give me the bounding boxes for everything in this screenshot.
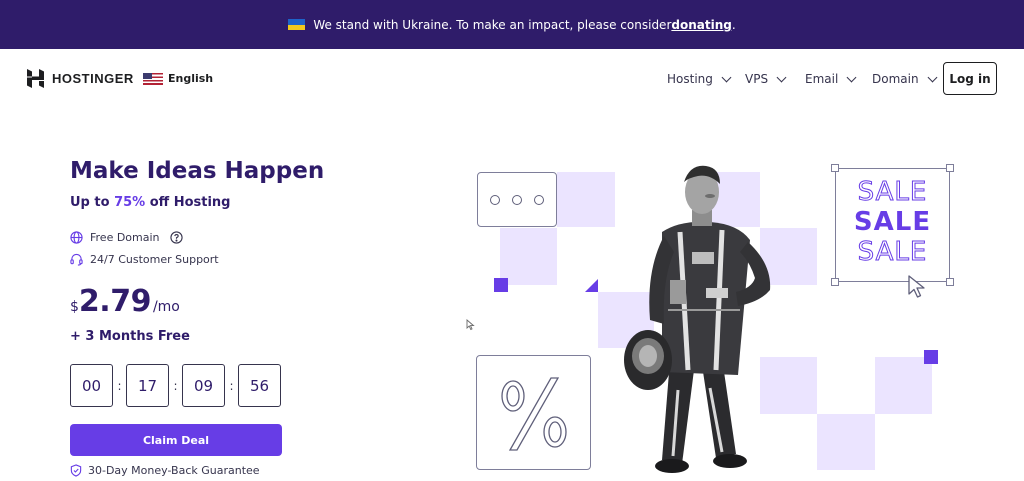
ukraine-banner: We stand with Ukraine. To make an impact… — [0, 0, 1024, 49]
feature-support: 24/7 Customer Support — [70, 253, 219, 266]
feature-label: Free Domain — [90, 231, 160, 244]
decor-accent-square — [924, 350, 938, 364]
sale-text-outline: SALE — [857, 177, 928, 208]
login-button[interactable]: Log in — [943, 62, 997, 95]
chevron-down-icon — [846, 72, 857, 82]
race-driver-photo — [624, 165, 771, 473]
decor-tile — [875, 357, 932, 414]
resize-handle — [831, 278, 839, 286]
subtitle-prefix: Up to — [70, 195, 115, 210]
countdown-days: 00 — [70, 364, 113, 407]
percent-card — [476, 355, 591, 470]
nav-domain-label: Domain — [872, 72, 919, 86]
hero-subtitle: Up to 75% off Hosting — [70, 195, 230, 210]
chevron-down-icon — [927, 72, 938, 82]
sale-card: SALE SALE SALE — [831, 164, 954, 298]
resize-handle — [946, 278, 954, 286]
headset-icon — [70, 253, 83, 266]
countdown-separator: : — [229, 378, 234, 393]
globe-icon — [70, 231, 83, 244]
decor-tile — [557, 172, 615, 227]
language-selector[interactable]: English — [143, 72, 213, 85]
resize-handle — [946, 164, 954, 172]
decor-tile — [500, 228, 557, 285]
browser-dots-card — [477, 172, 557, 227]
resize-handle — [831, 164, 839, 172]
sale-text-outline: SALE — [857, 237, 928, 268]
nav-vps-label: VPS — [745, 72, 769, 86]
bonus-months: + 3 Months Free — [70, 329, 190, 344]
claim-deal-button[interactable]: Claim Deal — [70, 424, 282, 456]
feature-free-domain: Free Domain — [70, 231, 183, 244]
mouse-cursor-icon — [466, 319, 475, 331]
countdown-minutes: 09 — [182, 364, 225, 407]
decor-tile — [817, 414, 875, 470]
help-circle-icon[interactable] — [169, 231, 183, 244]
countdown-separator: : — [117, 378, 122, 393]
banner-text: We stand with Ukraine. To make an impact… — [313, 17, 672, 32]
price: $ 2.79 /mo — [70, 284, 180, 319]
nav-domain[interactable]: Domain — [872, 72, 938, 86]
shield-check-icon — [70, 464, 82, 477]
hostinger-logo-icon — [27, 69, 44, 88]
dot-icon — [490, 194, 500, 205]
dot-icon — [534, 194, 544, 205]
decor-accent-square — [494, 278, 508, 292]
dot-icon — [512, 194, 522, 205]
countdown-timer: 00 : 17 : 09 : 56 — [70, 364, 281, 407]
nav-email[interactable]: Email — [805, 72, 857, 86]
discount-percent: 75% — [114, 195, 146, 210]
brand-logo[interactable]: HOSTINGER — [27, 69, 134, 88]
countdown-separator: : — [173, 378, 178, 393]
banner-suffix: . — [731, 17, 736, 32]
site-header: HOSTINGER English Hosting VPS Email Doma… — [0, 49, 1024, 111]
price-period: /mo — [152, 299, 180, 315]
percent-icon — [501, 377, 567, 451]
chevron-down-icon — [776, 72, 787, 82]
brand-name: HOSTINGER — [52, 71, 134, 86]
language-label: English — [168, 72, 214, 85]
feature-label: 24/7 Customer Support — [90, 253, 219, 266]
subtitle-suffix: off Hosting — [145, 195, 231, 210]
nav-vps[interactable]: VPS — [745, 72, 787, 86]
chevron-down-icon — [721, 72, 732, 82]
decor-accent-triangle — [585, 279, 598, 292]
money-back-guarantee: 30-Day Money-Back Guarantee — [70, 464, 260, 477]
nav-hosting-label: Hosting — [667, 72, 713, 86]
price-amount: 2.79 — [78, 284, 152, 319]
countdown-hours: 17 — [126, 364, 169, 407]
countdown-seconds: 56 — [238, 364, 281, 407]
us-flag-icon — [143, 72, 163, 85]
price-currency: $ — [70, 299, 79, 315]
pointer-cursor-icon — [908, 275, 925, 298]
hero-title: Make Ideas Happen — [70, 158, 325, 184]
donating-link[interactable]: donating — [671, 18, 731, 32]
nav-hosting[interactable]: Hosting — [667, 72, 732, 86]
ukraine-flag-icon — [288, 19, 306, 30]
sale-text-solid: SALE — [853, 207, 932, 237]
guarantee-label: 30-Day Money-Back Guarantee — [88, 464, 260, 477]
nav-email-label: Email — [805, 72, 839, 86]
